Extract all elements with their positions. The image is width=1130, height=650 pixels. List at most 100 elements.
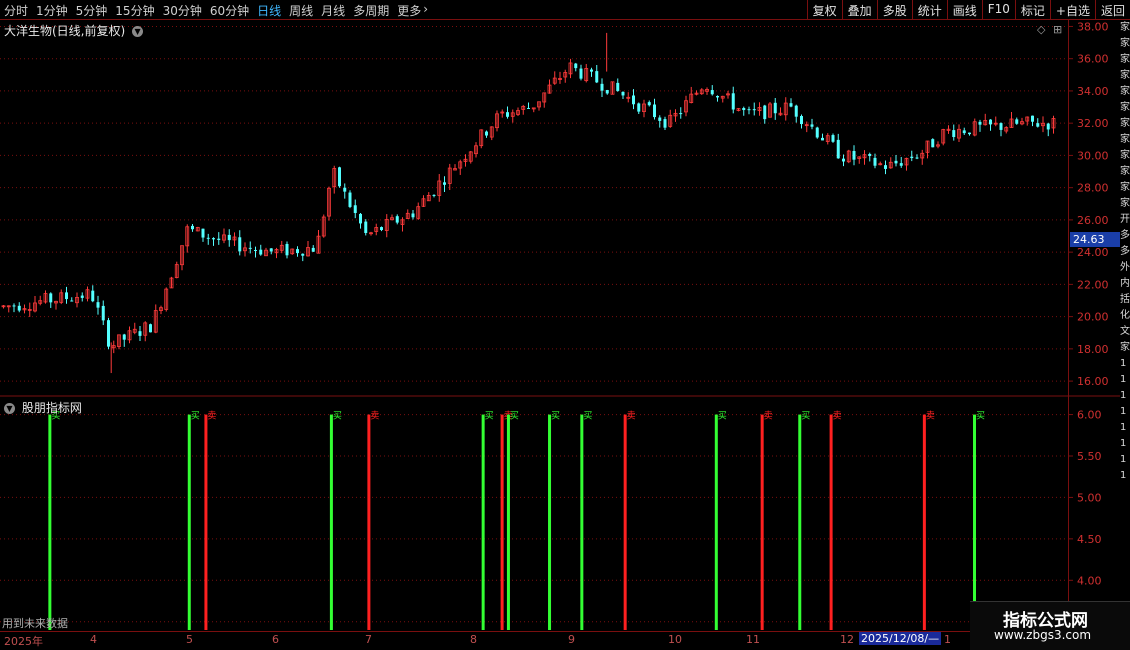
stock-list-item[interactable]: 1 <box>1120 420 1130 436</box>
sell-signal-label: 卖 <box>627 411 636 422</box>
candle-body-down <box>227 234 231 241</box>
price-tick-label: 22.00 <box>1077 278 1109 291</box>
candle-body-down <box>191 225 194 230</box>
candle-body-down <box>836 139 840 159</box>
candle-body-down <box>773 102 777 114</box>
candle-body-down <box>107 320 110 347</box>
buy-signal-bar <box>506 414 510 630</box>
price-tick-label: 26.00 <box>1077 214 1109 227</box>
candle-body-down <box>763 105 767 120</box>
chevron-down-icon[interactable]: ▼ <box>132 26 144 37</box>
candle-body-down <box>269 248 273 252</box>
candle-body-down <box>810 124 814 127</box>
candle-body-down <box>868 153 872 156</box>
stock-title[interactable]: 大洋生物(日线,前复权) ▼ <box>4 22 144 39</box>
candle-body-down <box>238 237 242 252</box>
candle-body-down <box>212 238 215 240</box>
candle-body-down <box>968 132 971 135</box>
stock-list-item[interactable]: 家 <box>1120 100 1130 116</box>
price-tick-label: 30.00 <box>1077 149 1109 162</box>
chevron-down-icon[interactable]: ▼ <box>4 403 15 414</box>
candle-body-down <box>411 213 415 218</box>
crosshair-icon[interactable]: ⊞ <box>1053 23 1062 36</box>
stock-list-item[interactable]: 1 <box>1120 356 1130 372</box>
candle-body-down <box>899 163 903 166</box>
candle-body-down <box>485 131 488 136</box>
buy-signal-bar <box>973 414 976 630</box>
buy-signal-label: 买 <box>801 411 810 422</box>
diamond-icon[interactable]: ◇ <box>1037 23 1045 36</box>
buy-signal-bar <box>481 414 485 630</box>
stock-list-item[interactable]: 开 <box>1120 212 1130 228</box>
candle-body-down <box>989 119 992 125</box>
candle-body-down <box>506 112 509 117</box>
buy-signal-bar <box>48 414 52 630</box>
stock-list-item[interactable]: 内 <box>1120 276 1130 292</box>
stock-list-item[interactable]: 家 <box>1120 340 1130 356</box>
stock-list-item[interactable]: 家 <box>1120 180 1130 196</box>
sell-signal-bar <box>204 414 208 630</box>
candle-body-down <box>894 160 898 164</box>
candle-body-down <box>432 194 436 196</box>
stock-list-item[interactable]: 括 <box>1120 292 1130 308</box>
stock-list-item[interactable]: 家 <box>1120 20 1130 36</box>
stock-list-item[interactable]: 家 <box>1120 132 1130 148</box>
stock-list-item[interactable]: 1 <box>1120 404 1130 420</box>
date-axis: 2025年 4 5 6 7 8 9 10 11 12 1 <box>0 631 1130 650</box>
stock-list-item[interactable]: 家 <box>1120 68 1130 84</box>
price-tick-label: 38.00 <box>1077 20 1109 33</box>
candle-body-down <box>716 96 719 98</box>
buy-signal-label: 买 <box>976 411 985 422</box>
indicator-title[interactable]: ▼ 股朋指标网 <box>4 399 82 416</box>
stock-list-item[interactable]: 文 <box>1120 324 1130 340</box>
date-axis-label: 6 <box>272 633 279 646</box>
candle-body-down <box>364 221 368 234</box>
candle-body-down <box>658 117 662 121</box>
buy-signal-bar <box>548 414 552 630</box>
stock-list-item[interactable]: 1 <box>1120 436 1130 452</box>
candle-body-down <box>831 135 835 142</box>
buy-signal-bar <box>580 414 584 630</box>
sell-signal-bar <box>623 414 627 630</box>
future-data-note: 用到未来数据 <box>2 617 68 630</box>
stock-list-column[interactable]: 家家家家家家家家家家家家开多多外内括化文家11111111 <box>1120 20 1130 650</box>
stock-list-item[interactable]: 1 <box>1120 468 1130 484</box>
candle-body-down <box>248 247 252 249</box>
candle-body-down <box>962 130 966 134</box>
chart-canvas[interactable]: 买买卖买卖买卖买买买卖买卖买卖卖买 16.0018.0020.0022.0024… <box>0 0 1120 632</box>
candle-body-down <box>12 305 16 307</box>
stock-list-item[interactable]: 家 <box>1120 84 1130 100</box>
stock-list-item[interactable]: 多 <box>1120 244 1130 260</box>
stock-list-item[interactable]: 家 <box>1120 196 1130 212</box>
stock-list-item[interactable]: 多 <box>1120 228 1130 244</box>
candle-body-down <box>343 187 347 192</box>
candle-body-down <box>679 113 683 115</box>
candle-body-down <box>91 290 95 302</box>
candle-body-down <box>217 238 221 240</box>
candle-body-down <box>621 91 625 96</box>
stock-list-item[interactable]: 外 <box>1120 260 1130 276</box>
stock-list-item[interactable]: 家 <box>1120 164 1130 180</box>
candle-body-down <box>653 104 656 118</box>
stock-list-item[interactable]: 1 <box>1120 372 1130 388</box>
sell-signal-label: 卖 <box>764 411 773 422</box>
candle-body-down <box>296 249 299 254</box>
stock-list-item[interactable]: 1 <box>1120 452 1130 468</box>
sell-signal-bar <box>760 414 764 630</box>
candle-body-down <box>254 249 257 251</box>
candle-body-down <box>800 116 803 125</box>
candle-body-down <box>978 121 982 125</box>
indicator-tick-label: 5.50 <box>1077 450 1102 463</box>
date-axis-label: 4 <box>90 633 97 646</box>
stock-list-item[interactable]: 家 <box>1120 148 1130 164</box>
candle-body-down <box>17 305 21 311</box>
buy-signal-bar <box>187 414 191 630</box>
candle-body-down <box>201 228 205 238</box>
sell-signal-bar <box>500 414 504 630</box>
stock-list-item[interactable]: 化 <box>1120 308 1130 324</box>
stock-list-item[interactable]: 家 <box>1120 36 1130 52</box>
stock-list-item[interactable]: 家 <box>1120 52 1130 68</box>
stock-list-item[interactable]: 家 <box>1120 116 1130 132</box>
price-tick-label: 32.00 <box>1077 117 1109 130</box>
stock-list-item[interactable]: 1 <box>1120 388 1130 404</box>
